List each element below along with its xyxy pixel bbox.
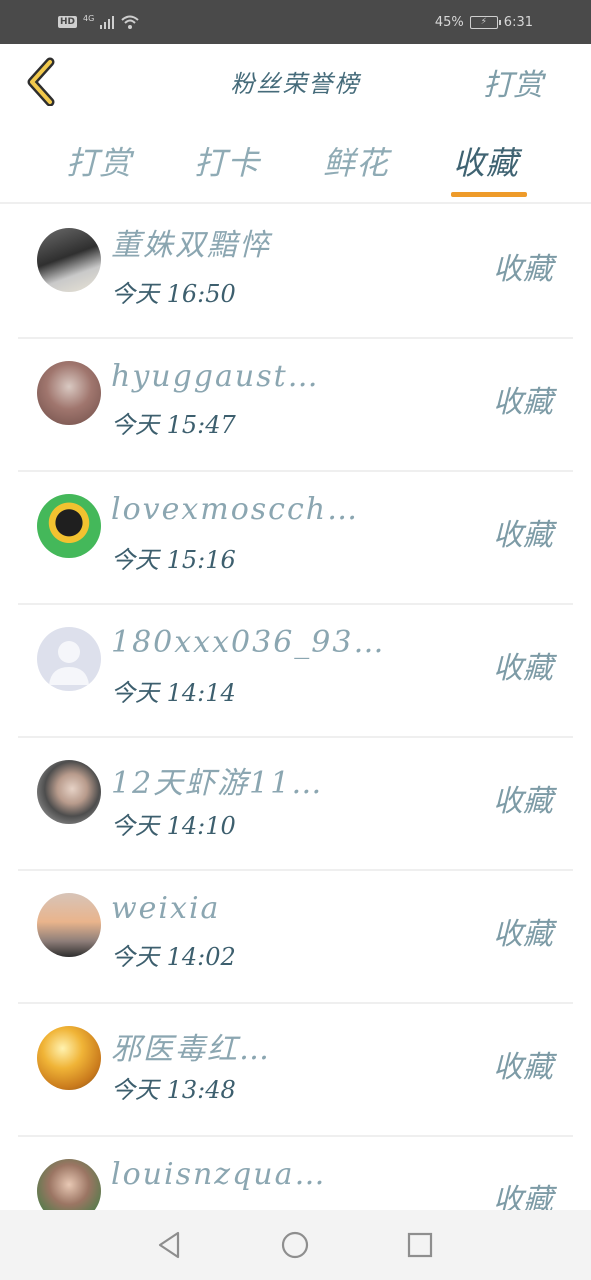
avatar <box>37 627 101 691</box>
avatar <box>37 228 101 292</box>
status-bar: HD 4G 45% ⚡ 6:31 <box>0 0 591 44</box>
header: 粉丝荣誉榜 打赏 <box>0 44 591 120</box>
time-text: 今天 13:48 <box>111 1076 236 1104</box>
hd-badge: HD <box>58 16 78 28</box>
triangle-back-icon[interactable] <box>152 1228 186 1262</box>
status-right: 45% ⚡ 6:31 <box>435 15 533 30</box>
time-text: 今天 15:16 <box>111 546 236 574</box>
time-text: 今天 14:10 <box>111 812 236 840</box>
list-item[interactable]: 180xxx036_93… 今天 14:14 收藏 <box>18 605 573 738</box>
active-tab-indicator <box>451 192 527 197</box>
clock: 6:31 <box>503 14 533 30</box>
list-item[interactable]: weixia 今天 14:02 收藏 <box>18 871 573 1004</box>
user-name: hyuggaust… <box>111 359 320 394</box>
user-name: 邪医毒红… <box>111 1032 271 1067</box>
user-name: louisnzqua… <box>111 1157 327 1192</box>
list-item[interactable]: hyuggaust… 今天 15:47 收藏 <box>18 339 573 472</box>
avatar <box>37 760 101 824</box>
favorite-label: 收藏 <box>493 385 553 420</box>
signal-icon <box>100 15 115 29</box>
list-item[interactable]: 邪医毒红… 今天 13:48 收藏 <box>18 1004 573 1137</box>
avatar <box>37 361 101 425</box>
user-name: weixia <box>111 891 221 926</box>
time-text: 今天 16:50 <box>111 280 236 308</box>
circle-home-icon[interactable] <box>278 1228 312 1262</box>
favorite-label: 收藏 <box>493 1050 553 1085</box>
time-text: 今天 14:02 <box>111 943 236 971</box>
list-item[interactable]: louisnzqua… 收藏 <box>18 1137 573 1217</box>
user-name: 董姝双黯悴 <box>111 228 271 263</box>
reward-link[interactable]: 打赏 <box>483 60 543 104</box>
favorite-label: 收藏 <box>493 784 553 819</box>
battery-icon: ⚡ <box>469 15 501 29</box>
tab-checkin[interactable]: 打卡 <box>194 138 260 184</box>
list-item[interactable]: 董姝双黯悴 今天 16:50 收藏 <box>18 206 573 339</box>
tab-reward[interactable]: 打赏 <box>66 138 132 184</box>
avatar <box>37 494 101 558</box>
avatar <box>37 1026 101 1090</box>
wifi-icon <box>121 15 139 29</box>
status-left: HD 4G <box>58 14 140 30</box>
list-item[interactable]: 12天虾游11… 今天 14:10 收藏 <box>18 738 573 871</box>
time-text: 今天 15:47 <box>111 411 236 439</box>
tab-flowers[interactable]: 鲜花 <box>323 138 389 184</box>
favorite-label: 收藏 <box>493 917 553 952</box>
user-name: 12天虾游11… <box>111 766 324 801</box>
user-name: 180xxx036_93… <box>111 625 386 660</box>
square-recent-icon[interactable] <box>403 1228 437 1262</box>
list-item[interactable]: lovexmoscch… 今天 15:16 收藏 <box>18 472 573 605</box>
avatar <box>37 893 101 957</box>
favorite-label: 收藏 <box>493 252 553 287</box>
tab-bar: 打赏 打卡 鲜花 收藏 <box>0 130 591 204</box>
time-text: 今天 14:14 <box>111 679 236 707</box>
avatar <box>37 1159 101 1217</box>
user-name: lovexmoscch… <box>111 492 360 527</box>
system-nav-bar <box>0 1210 591 1280</box>
tab-favorites[interactable]: 收藏 <box>453 138 519 184</box>
favorites-list: 董姝双黯悴 今天 16:50 收藏 hyuggaust… 今天 15:47 收藏… <box>18 206 573 1217</box>
favorite-label: 收藏 <box>493 518 553 553</box>
battery-percent: 45% <box>434 14 464 30</box>
network-label: 4G <box>83 13 95 23</box>
favorite-label: 收藏 <box>493 651 553 686</box>
default-user-icon <box>49 641 89 685</box>
